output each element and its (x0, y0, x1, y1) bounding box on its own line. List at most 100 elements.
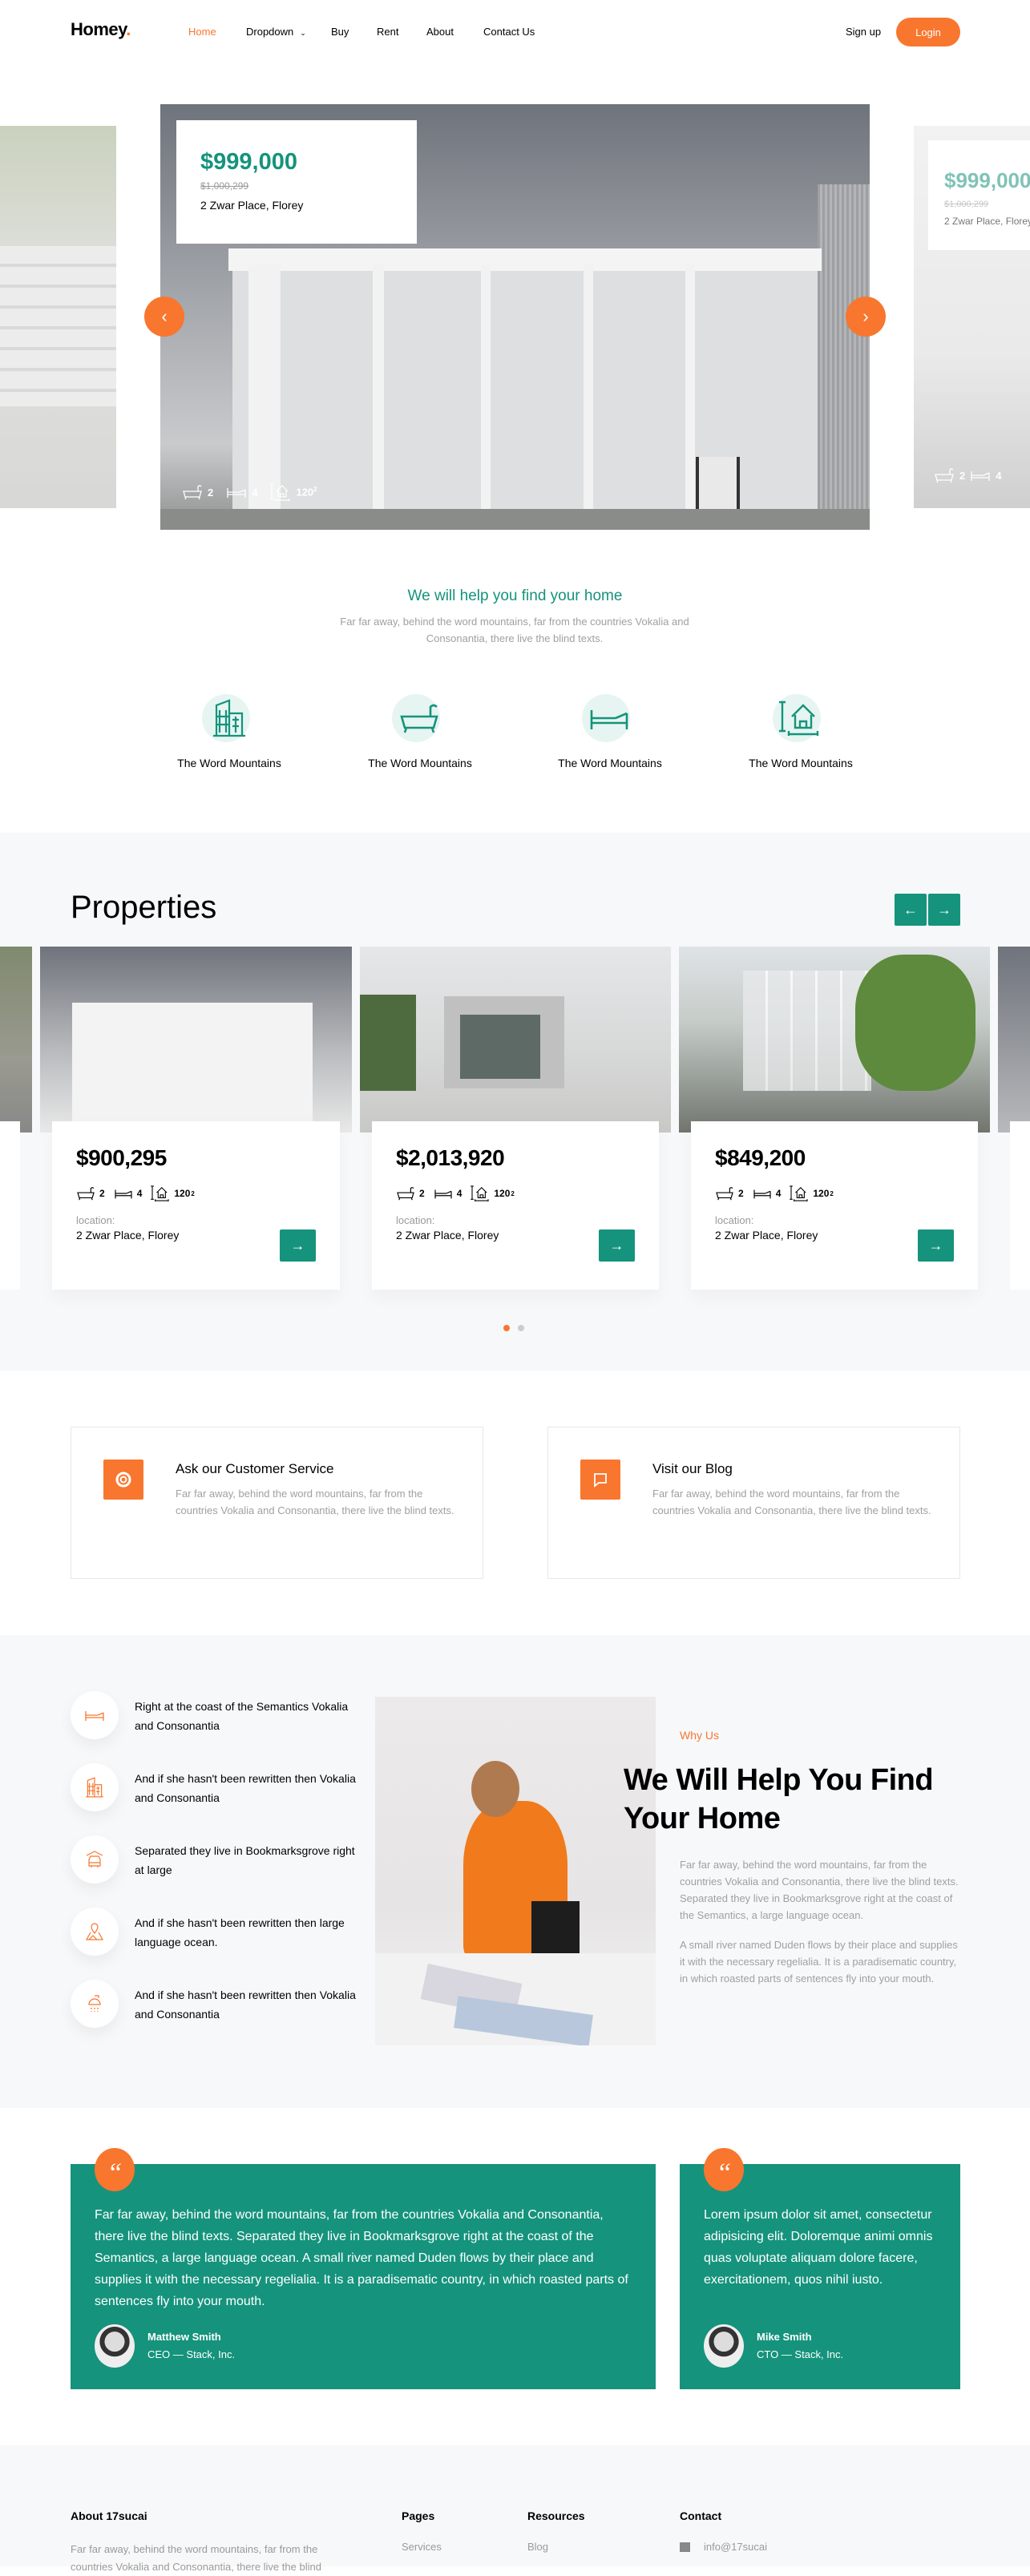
bed-icon (226, 483, 247, 501)
bed-icon (114, 1185, 133, 1201)
buildings-icon (202, 694, 250, 742)
beds-count: 4 (996, 469, 1002, 482)
carousel-dot-active[interactable] (503, 1325, 510, 1331)
beds-count: 4 (252, 486, 258, 499)
nav-contact[interactable]: Contact Us (483, 26, 535, 38)
bed-icon (582, 694, 630, 742)
service-box[interactable]: Visit our Blog Far far away, behind the … (547, 1427, 960, 1579)
property-price: $849,200 (715, 1145, 806, 1170)
area-number: 120 (296, 486, 314, 499)
area-number: 120 (494, 1188, 511, 1199)
slide-address: 2 Zwar Place, Florey (200, 199, 304, 212)
location-label: location: (396, 1214, 435, 1226)
hero-next-button[interactable]: › (846, 297, 886, 337)
hero-slide-prev[interactable] (0, 126, 116, 508)
chevron-right-icon: › (862, 306, 869, 326)
nav-dropdown-label: Dropdown (246, 26, 294, 38)
intro-title: We will help you find your home (407, 587, 623, 604)
area-number: 120 (813, 1188, 830, 1199)
bed-icon (753, 1185, 772, 1201)
property-image[interactable] (679, 947, 990, 1133)
slide-features: 2 4 1202 (182, 483, 317, 501)
property-details-button[interactable]: → (280, 1229, 316, 1262)
area-value: 1202 (296, 486, 317, 498)
property-details-button[interactable]: → (599, 1229, 635, 1262)
footer-resources-title: Resources (527, 2509, 585, 2522)
nav-dropdown[interactable]: Dropdown ⌄ (246, 26, 306, 38)
bathtub-icon (182, 483, 203, 501)
testimonial-name: Mike Smith (757, 2331, 812, 2343)
property-image-partial[interactable] (0, 947, 32, 1133)
footer-email-link[interactable]: info@17sucai (704, 2541, 767, 2553)
bathtub-icon (76, 1185, 95, 1201)
property-card: $2,013,920 2 4 120 2 location: 2 Zwar Pla… (372, 1121, 659, 1290)
car-garage-icon (71, 1835, 119, 1884)
quote-icon: “ (704, 2148, 744, 2191)
nav-buy[interactable]: Buy (331, 26, 349, 38)
why-us-paragraph: Far far away, behind the word mountains,… (680, 1859, 959, 1921)
nav-rent[interactable]: Rent (377, 26, 398, 38)
quote-icon: “ (95, 2148, 135, 2191)
bathtub-icon (934, 466, 955, 484)
area-unit: 2 (191, 1189, 195, 1197)
slide-price: $999,000 (944, 168, 1030, 192)
baths-count: 2 (99, 1188, 105, 1199)
avatar (704, 2324, 744, 2368)
hero-slide-next[interactable]: $999,000 $1,000,299 2 Zwar Place, Florey… (914, 126, 1030, 508)
testimonial-quote: Lorem ipsum dolor sit amet, consectetur … (704, 2208, 933, 2287)
slide-old-price: $1,000,299 (200, 180, 249, 192)
property-image[interactable] (360, 947, 671, 1133)
bed-icon (71, 1691, 119, 1739)
slide-features: 2 4 (934, 466, 1001, 484)
bathtub-icon (392, 694, 440, 742)
footer-link-blog[interactable]: Blog (527, 2541, 548, 2553)
signup-link[interactable]: Sign up (846, 26, 881, 38)
chevron-left-icon: ‹ (161, 306, 168, 326)
property-features: 2 4 120 2 (76, 1185, 316, 1201)
property-features: 2 4 120 2 (715, 1185, 954, 1201)
nav-about[interactable]: About (426, 26, 454, 38)
arrow-right-icon: → (937, 901, 951, 918)
service-box[interactable]: Ask our Customer Service Far far away, b… (71, 1427, 483, 1579)
footer-pages-title: Pages (402, 2509, 435, 2522)
properties-next-button[interactable]: → (928, 894, 960, 926)
why-feature-text: Right at the coast of the Semantics Voka… (135, 1700, 349, 1732)
map-pin-icon (71, 1908, 119, 1956)
properties-prev-button[interactable]: ← (895, 894, 927, 926)
login-button[interactable]: Login (896, 18, 960, 46)
bed-icon (970, 466, 991, 484)
logo[interactable]: Homey. (71, 19, 131, 40)
property-features: 2 4 120 2 (396, 1185, 635, 1201)
hero-prev-button[interactable]: ‹ (144, 297, 184, 337)
why-feature-text: And if she hasn't been rewritten then Vo… (135, 1989, 356, 2021)
house-area-icon (790, 1185, 809, 1201)
testimonial-role: CTO — Stack, Inc. (757, 2348, 844, 2360)
chevron-down-icon: ⌄ (300, 29, 306, 37)
footer-about-title: About 17sucai (71, 2509, 147, 2522)
carousel-dot[interactable] (518, 1325, 524, 1331)
why-us-eyebrow: Why Us (680, 1729, 719, 1742)
arrow-right-icon: → (290, 1237, 305, 1254)
baths-count: 2 (738, 1188, 744, 1199)
testimonial-quote: Far far away, behind the word mountains,… (95, 2208, 628, 2308)
property-card: $849,200 2 4 120 2 location: 2 Zwar Place… (691, 1121, 978, 1290)
area-number: 120 (174, 1188, 191, 1199)
nav-home[interactable]: Home (188, 26, 216, 38)
footer-about-text: Far far away, behind the word mountains,… (71, 2543, 321, 2573)
service-title: Visit our Blog (652, 1461, 733, 1476)
property-card-partial (0, 1121, 20, 1290)
slide-old-price: $1,000,299 (944, 200, 989, 209)
baths-count: 2 (419, 1188, 425, 1199)
property-card: $900,295 2 4 120 2 location: 2 Zwar Place… (52, 1121, 340, 1290)
testimonial-role: CEO — Stack, Inc. (147, 2348, 236, 2360)
area-unit: 2 (313, 486, 317, 494)
bathtub-icon (715, 1185, 734, 1201)
property-price: $900,295 (76, 1145, 167, 1170)
property-details-button[interactable]: → (918, 1229, 954, 1262)
arrow-left-icon: ← (903, 901, 918, 918)
property-image[interactable] (40, 947, 352, 1133)
footer-link-services[interactable]: Services (402, 2541, 442, 2553)
house-area-icon (151, 1185, 170, 1201)
property-image-partial[interactable] (998, 947, 1030, 1133)
why-feature-text: And if she hasn't been rewritten then Vo… (135, 1772, 356, 1804)
